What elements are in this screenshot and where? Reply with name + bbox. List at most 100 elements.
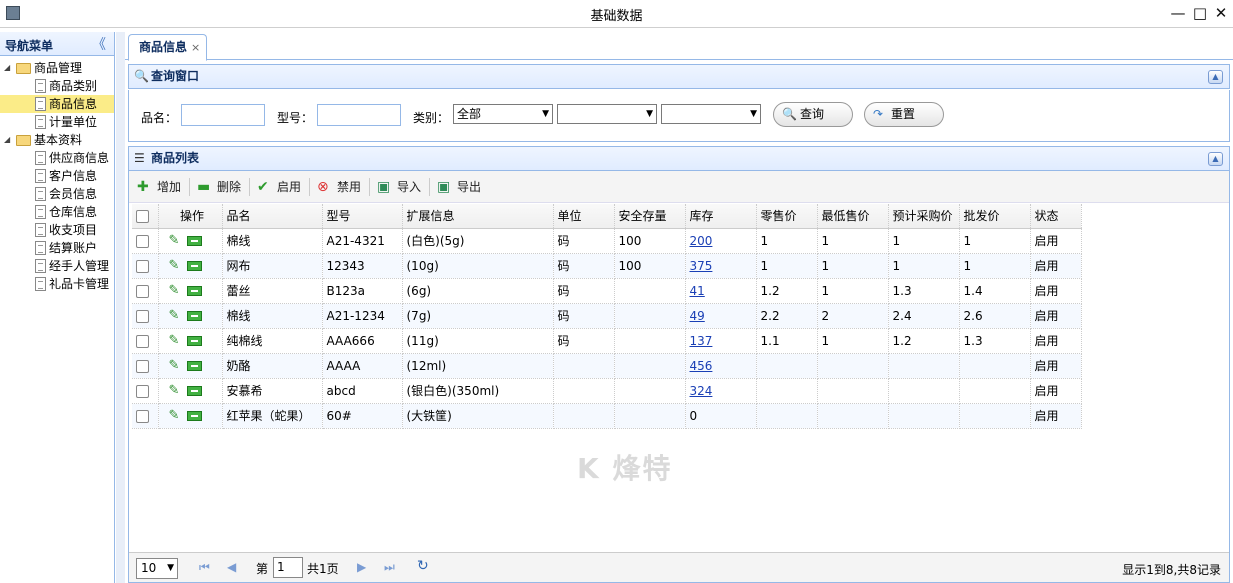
status-toggle-icon[interactable]: [187, 410, 203, 421]
tab-goods-info[interactable]: 商品信息 ×: [128, 34, 208, 61]
stock-link[interactable]: 200: [690, 234, 713, 248]
col-header[interactable]: 状态: [1030, 204, 1082, 229]
edit-pencil-icon[interactable]: ✎: [169, 258, 180, 273]
subcategory2-select[interactable]: ▼: [661, 104, 761, 124]
row-checkbox[interactable]: [136, 234, 149, 248]
search-button[interactable]: 🔍 查询: [773, 102, 853, 127]
status-toggle-icon[interactable]: [187, 260, 203, 271]
edit-pencil-icon[interactable]: ✎: [169, 283, 180, 298]
row-checkbox-cell[interactable]: [132, 278, 159, 304]
tree-item-income-expense[interactable]: 收支项目: [0, 221, 114, 239]
table-row[interactable]: ✎ 棉线 A21-1234 (7g) 码 49 2.2 2 2.4 2.6 启用: [132, 303, 1082, 329]
select-all-checkbox[interactable]: [136, 209, 149, 223]
category-select[interactable]: 全部 ▼: [453, 104, 553, 124]
tree-item-category[interactable]: 商品类别: [0, 77, 114, 95]
collapse-icon[interactable]: 《: [92, 34, 106, 54]
tree-item-unit[interactable]: 计量单位: [0, 113, 114, 131]
stock-link[interactable]: 49: [690, 309, 705, 323]
col-header[interactable]: 品名: [222, 204, 323, 229]
tree-group-goods[interactable]: ◢ 商品管理: [0, 59, 114, 77]
tree-item-member[interactable]: 会员信息: [0, 185, 114, 203]
refresh-icon[interactable]: ↻: [417, 558, 429, 574]
cell-stock[interactable]: 324: [685, 378, 757, 404]
row-checkbox[interactable]: [136, 284, 149, 298]
status-toggle-icon[interactable]: [187, 310, 203, 321]
status-toggle-icon[interactable]: [187, 335, 203, 346]
stock-link[interactable]: 41: [690, 284, 705, 298]
name-input[interactable]: [181, 104, 265, 126]
col-header[interactable]: 型号: [322, 204, 403, 229]
edit-pencil-icon[interactable]: ✎: [169, 408, 180, 423]
col-header[interactable]: 操作: [158, 204, 223, 229]
stock-link[interactable]: 375: [690, 259, 713, 273]
col-header[interactable]: 扩展信息: [402, 204, 554, 229]
edit-pencil-icon[interactable]: ✎: [169, 308, 180, 323]
tree-item-customer[interactable]: 客户信息: [0, 167, 114, 185]
col-header[interactable]: 批发价: [959, 204, 1031, 229]
cell-stock[interactable]: 49: [685, 303, 757, 329]
status-toggle-icon[interactable]: [187, 360, 203, 371]
last-page-icon[interactable]: ⏭: [384, 560, 395, 575]
row-checkbox-cell[interactable]: [132, 303, 159, 329]
table-row[interactable]: ✎ 安慕希 abcd (银白色)(350ml) 324 启用: [132, 378, 1082, 404]
select-all-checkbox-cell[interactable]: [132, 204, 159, 229]
first-page-icon[interactable]: ⏮: [199, 560, 210, 575]
col-header[interactable]: 零售价: [756, 204, 818, 229]
col-header[interactable]: 库存: [685, 204, 757, 229]
row-checkbox-cell[interactable]: [132, 378, 159, 404]
status-toggle-icon[interactable]: [187, 285, 203, 296]
tab-close-icon[interactable]: ×: [191, 41, 200, 54]
tree-item-warehouse[interactable]: 仓库信息: [0, 203, 114, 221]
tree-item-handler[interactable]: 经手人管理: [0, 257, 114, 275]
status-toggle-icon[interactable]: [187, 235, 203, 246]
table-row[interactable]: ✎ 蕾丝 B123a (6g) 码 41 1.2 1 1.3 1.4 启用: [132, 278, 1082, 304]
export-button[interactable]: ▣ 导出: [437, 178, 481, 196]
edit-pencil-icon[interactable]: ✎: [169, 358, 180, 373]
edit-pencil-icon[interactable]: ✎: [169, 233, 180, 248]
stock-link[interactable]: 137: [690, 334, 713, 348]
tree-item-giftcard[interactable]: 礼品卡管理: [0, 275, 114, 293]
enable-button[interactable]: ✔ 启用: [257, 178, 301, 196]
collapse-up-icon[interactable]: ▲: [1208, 70, 1223, 84]
close-button[interactable]: ✕: [1211, 3, 1231, 23]
col-header[interactable]: 最低售价: [817, 204, 889, 229]
import-button[interactable]: ▣ 导入: [377, 178, 421, 196]
prev-page-icon[interactable]: ◀: [227, 560, 236, 574]
cell-stock[interactable]: 200: [685, 228, 757, 254]
page-size-select[interactable]: 10 ▼: [136, 558, 178, 579]
table-row[interactable]: ✎ 网布 12343 (10g) 码 100 375 1 1 1 1 启用: [132, 253, 1082, 279]
model-input[interactable]: [317, 104, 401, 126]
cell-stock[interactable]: 137: [685, 328, 757, 354]
table-row[interactable]: ✎ 纯棉线 AAA666 (11g) 码 137 1.1 1 1.2 1.3 启用: [132, 328, 1082, 354]
page-number-input[interactable]: 1: [273, 557, 303, 578]
maximize-button[interactable]: □: [1190, 3, 1210, 23]
row-checkbox-cell[interactable]: [132, 328, 159, 354]
disable-button[interactable]: ⊗ 禁用: [317, 178, 361, 196]
col-header[interactable]: 单位: [553, 204, 615, 229]
minimize-button[interactable]: —: [1168, 3, 1188, 23]
edit-pencil-icon[interactable]: ✎: [169, 333, 180, 348]
row-checkbox[interactable]: [136, 259, 149, 273]
row-checkbox-cell[interactable]: [132, 253, 159, 279]
table-row[interactable]: ✎ 奶酪 AAAA (12ml) 456 启用: [132, 353, 1082, 379]
cell-stock[interactable]: 41: [685, 278, 757, 304]
layout-splitter[interactable]: [116, 32, 125, 583]
col-header[interactable]: 预计采购价: [888, 204, 960, 229]
row-checkbox-cell[interactable]: [132, 403, 159, 429]
edit-pencil-icon[interactable]: ✎: [169, 383, 180, 398]
expand-arrow-icon[interactable]: ◢: [4, 59, 10, 77]
stock-link[interactable]: 324: [690, 384, 713, 398]
row-checkbox[interactable]: [136, 334, 149, 348]
status-toggle-icon[interactable]: [187, 385, 203, 396]
tree-item-goods-info[interactable]: 商品信息: [0, 95, 114, 113]
row-checkbox[interactable]: [136, 359, 149, 373]
next-page-icon[interactable]: ▶: [357, 560, 366, 574]
cell-stock[interactable]: 375: [685, 253, 757, 279]
delete-button[interactable]: ▬ 删除: [197, 178, 241, 196]
expand-arrow-icon[interactable]: ◢: [4, 131, 10, 149]
tree-item-account[interactable]: 结算账户: [0, 239, 114, 257]
cell-stock[interactable]: 456: [685, 353, 757, 379]
row-checkbox-cell[interactable]: [132, 353, 159, 379]
collapse-up-icon[interactable]: ▲: [1208, 152, 1223, 166]
subcategory-select[interactable]: ▼: [557, 104, 657, 124]
